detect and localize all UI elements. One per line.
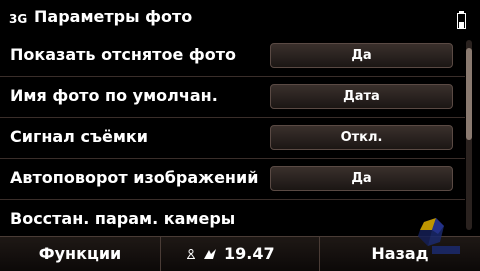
setting-label: Показать отснятое фото xyxy=(10,45,236,64)
setting-value-button[interactable]: Откл. xyxy=(270,125,453,150)
setting-value-button[interactable]: Дата xyxy=(270,84,453,109)
setting-default-photo-name[interactable]: Имя фото по умолчан. Дата xyxy=(0,77,465,118)
profile-icon xyxy=(187,249,195,259)
status-bar: 3G Параметры фото xyxy=(0,0,480,36)
battery-icon xyxy=(457,11,466,29)
setting-auto-rotate[interactable]: Автоповорот изображений Да xyxy=(0,159,465,200)
clock: 19.47 xyxy=(224,244,275,263)
scrollbar[interactable] xyxy=(466,40,472,230)
setting-capture-sound[interactable]: Сигнал съёмки Откл. xyxy=(0,118,465,159)
page-title: Параметры фото xyxy=(34,7,193,26)
options-softkey[interactable]: Функции xyxy=(0,237,160,271)
setting-label: Имя фото по умолчан. xyxy=(10,86,218,105)
setting-label: Автоповорот изображений xyxy=(10,168,259,187)
setting-label: Восстан. парам. камеры xyxy=(10,209,236,228)
status-softkey: 19.47 xyxy=(160,237,320,271)
setting-value-button[interactable]: Да xyxy=(270,166,453,191)
setting-label: Сигнал съёмки xyxy=(10,127,148,146)
softkey-bar: Функции 19.47 Назад xyxy=(0,236,480,271)
watermark-logo xyxy=(418,218,460,254)
setting-show-captured-photo[interactable]: Показать отснятое фото Да xyxy=(0,36,465,77)
setting-value-button[interactable]: Да xyxy=(270,43,453,68)
setting-restore-camera-defaults[interactable]: Восстан. парам. камеры xyxy=(0,200,465,240)
network-indicator: 3G xyxy=(9,12,28,26)
scrollbar-thumb[interactable] xyxy=(466,48,472,140)
alarm-icon xyxy=(204,249,216,259)
settings-list: Показать отснятое фото Да Имя фото по ум… xyxy=(0,36,465,240)
